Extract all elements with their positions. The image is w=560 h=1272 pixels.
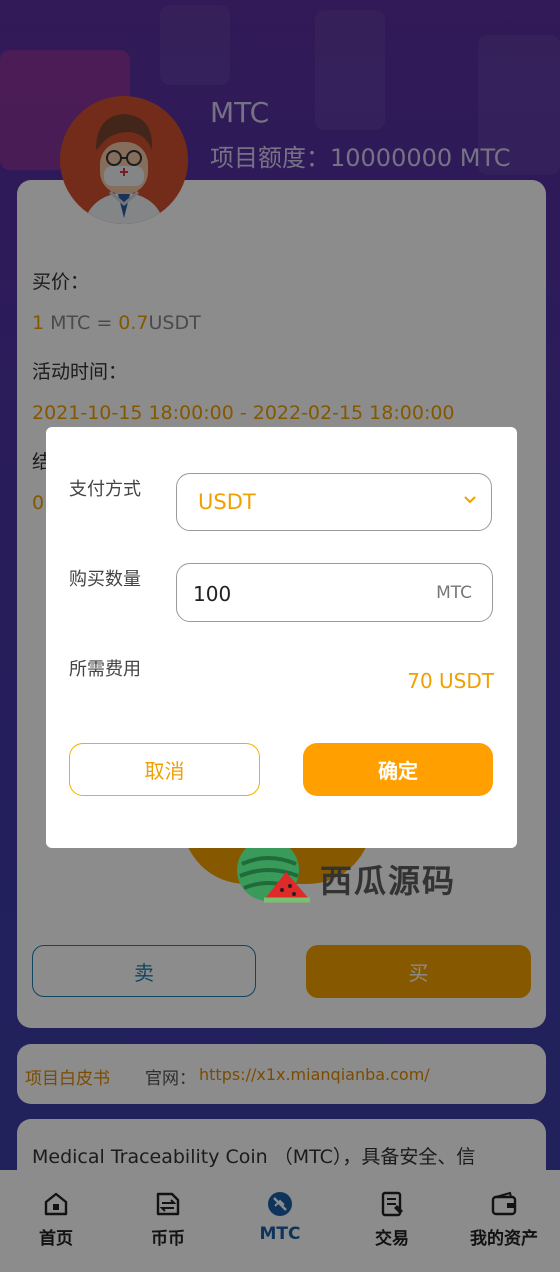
watermark-text: 西瓜源码 [320,862,457,900]
cancel-button[interactable]: 取消 [69,743,260,796]
fee-label: 所需费用 [69,659,141,680]
pay-method-select[interactable]: USDT [176,473,492,531]
confirm-button[interactable]: 确定 [303,743,493,796]
quantity-unit: MTC [436,583,472,603]
quantity-label: 购买数量 [69,569,141,590]
quantity-input[interactable] [191,579,395,609]
pay-method-label: 支付方式 [69,479,141,500]
pay-method-value: USDT [198,490,256,514]
quantity-field[interactable]: MTC [176,563,493,622]
fee-value: 70 USDT [407,669,494,693]
purchase-modal: 支付方式 USDT 购买数量 MTC 所需费用 70 USDT 取消 确定 [46,427,517,848]
chevron-down-icon [464,496,476,504]
